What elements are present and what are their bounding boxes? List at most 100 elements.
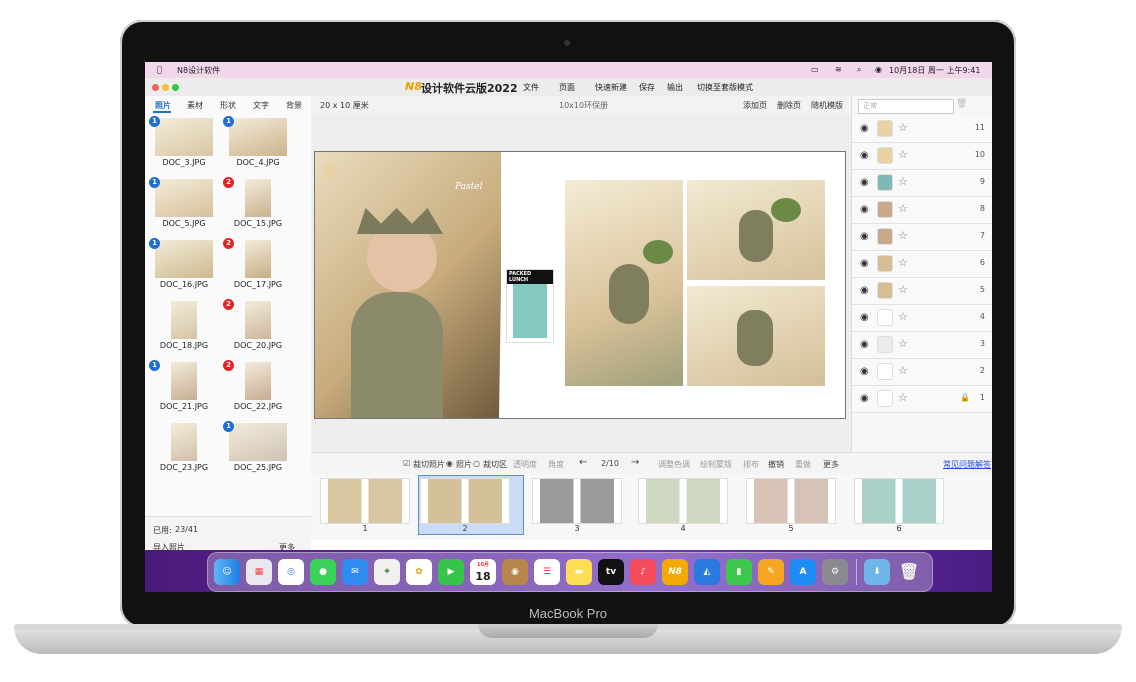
close-button[interactable] (152, 84, 159, 91)
visibility-eye-icon[interactable]: ◉ (860, 258, 869, 269)
album-spread[interactable]: Pastel PACKED LUNCH (315, 152, 845, 418)
crop-area-radio[interactable]: ○ (473, 459, 480, 468)
wifi-icon[interactable]: ≋ (835, 65, 842, 74)
notes-icon[interactable]: ▬ (566, 559, 592, 585)
siri-icon[interactable]: ◉ (875, 65, 882, 74)
lock-icon[interactable]: 🔒 (960, 393, 970, 402)
mail-icon[interactable]: ✉ (342, 559, 368, 585)
star-icon[interactable]: ☆ (898, 202, 908, 215)
visibility-eye-icon[interactable]: ◉ (860, 231, 869, 242)
visibility-eye-icon[interactable]: ◉ (860, 123, 869, 134)
page-thumbnail[interactable] (533, 479, 621, 523)
trash-icon[interactable]: 🗑 (956, 99, 967, 109)
tab-shapes[interactable]: 形状 (220, 100, 236, 111)
control-center-icon[interactable]: ▭ (811, 65, 819, 74)
trash-bin-icon[interactable]: 🗑 (896, 559, 922, 585)
collage-photo-2[interactable] (687, 180, 825, 280)
page-thumbnail[interactable] (855, 479, 943, 523)
undo-button[interactable]: 撤销 (768, 459, 784, 470)
photo-thumbnail[interactable] (155, 118, 213, 156)
star-icon[interactable]: ☆ (898, 283, 908, 296)
delete-page-button[interactable]: 删除页 (777, 100, 801, 111)
page-thumbnail[interactable] (421, 479, 509, 523)
messages-icon[interactable]: ● (310, 559, 336, 585)
calendar-icon[interactable]: 10月 18 (470, 559, 496, 585)
pages-icon[interactable]: ✎ (758, 559, 784, 585)
page-thumbnail[interactable] (321, 479, 409, 523)
layer-row[interactable]: ◉ ☆ 9 (852, 170, 992, 197)
keynote-icon[interactable]: ◭ (694, 559, 720, 585)
maps-icon[interactable]: ⌖ (374, 559, 400, 585)
label-card[interactable]: PACKED LUNCH (507, 270, 553, 342)
tab-materials[interactable]: 素材 (187, 100, 203, 111)
layer-row[interactable]: ◉ ☆ 5 (852, 278, 992, 305)
layer-row[interactable]: ◉ ☆ 4 (852, 305, 992, 332)
draw-mask-button[interactable]: 绘制蒙版 (700, 459, 732, 470)
star-icon[interactable]: ☆ (898, 364, 908, 377)
music-icon[interactable]: ♪ (630, 559, 656, 585)
minimize-button[interactable] (162, 84, 169, 91)
next-page-arrow-icon[interactable]: → (631, 457, 639, 468)
star-icon[interactable]: ☆ (898, 391, 908, 404)
layer-row[interactable]: ◉ ☆ 10 (852, 143, 992, 170)
visibility-eye-icon[interactable]: ◉ (860, 177, 869, 188)
photo-thumbnail[interactable] (245, 362, 271, 400)
photo-thumbnail[interactable] (155, 179, 213, 217)
main-photo[interactable]: Pastel (315, 152, 501, 418)
menu-quick-new[interactable]: 快速新建 (595, 82, 627, 93)
zoom-button[interactable] (172, 84, 179, 91)
random-template-button[interactable]: 随机模版 (811, 100, 843, 111)
menu-page[interactable]: 页面 (559, 82, 575, 93)
menu-file[interactable]: 文件 (523, 82, 539, 93)
tab-photos[interactable]: 照片 (155, 100, 171, 111)
faq-link[interactable]: 常见问题解答 (943, 459, 991, 470)
apple-menu-icon[interactable]:  (157, 65, 162, 74)
star-icon[interactable]: ☆ (898, 256, 908, 269)
facetime-icon[interactable]: ▶ (438, 559, 464, 585)
numbers-icon[interactable]: ▮ (726, 559, 752, 585)
downloads-folder-icon[interactable]: ⬇ (864, 559, 890, 585)
angle-control[interactable]: 角度 (548, 459, 564, 470)
search-icon[interactable]: ⌕ (857, 65, 861, 75)
photos-icon[interactable]: ✿ (406, 559, 432, 585)
photo-thumbnail[interactable] (245, 179, 271, 217)
star-icon[interactable]: ☆ (898, 175, 908, 188)
app-name-menu[interactable]: N8设计软件 (177, 65, 220, 76)
safari-icon[interactable]: ◎ (278, 559, 304, 585)
app-store-icon[interactable]: A (790, 559, 816, 585)
blend-mode-select[interactable]: 正常 (858, 99, 954, 114)
adjust-color-button[interactable]: 调整色调 (658, 459, 690, 470)
visibility-eye-icon[interactable]: ◉ (860, 339, 869, 350)
photo-thumbnail[interactable] (229, 423, 287, 461)
photo-thumbnail[interactable] (171, 423, 197, 461)
launchpad-icon[interactable]: ▦ (246, 559, 272, 585)
clock[interactable]: 10月18日 周一 上午9:41 (889, 65, 980, 76)
photo-thumbnail[interactable] (171, 301, 197, 339)
photo-thumbnail[interactable] (171, 362, 197, 400)
contacts-icon[interactable]: ◉ (502, 559, 528, 585)
apple-tv-icon[interactable]: tv (598, 559, 624, 585)
star-icon[interactable]: ☆ (898, 229, 908, 242)
visibility-eye-icon[interactable]: ◉ (860, 312, 869, 323)
photo-thumbnail[interactable] (229, 118, 287, 156)
photo-thumbnail[interactable] (155, 240, 213, 278)
visibility-eye-icon[interactable]: ◉ (860, 285, 869, 296)
arrange-button[interactable]: 排布 (743, 459, 759, 470)
prev-page-arrow-icon[interactable]: ← (579, 457, 587, 468)
more-tools-button[interactable]: 更多 (823, 459, 839, 470)
layer-row[interactable]: ◉ ☆ 2 (852, 359, 992, 386)
visibility-eye-icon[interactable]: ◉ (860, 204, 869, 215)
finder-icon[interactable]: ☺ (214, 559, 240, 585)
star-icon[interactable]: ☆ (898, 310, 908, 323)
page-thumbnail[interactable] (747, 479, 835, 523)
layer-row[interactable]: ◉ ☆ 3 (852, 332, 992, 359)
visibility-eye-icon[interactable]: ◉ (860, 393, 869, 404)
photo-radio[interactable]: ◉ (446, 459, 453, 468)
menu-save[interactable]: 保存 (639, 82, 655, 93)
star-icon[interactable]: ☆ (898, 121, 908, 134)
photo-thumbnail[interactable] (245, 301, 271, 339)
page-thumbnail[interactable] (639, 479, 727, 523)
n8-app-icon[interactable]: N8 (662, 559, 688, 585)
collage-photo-1[interactable] (565, 180, 683, 386)
menu-template-mode[interactable]: 切换至套版模式 (697, 82, 753, 93)
